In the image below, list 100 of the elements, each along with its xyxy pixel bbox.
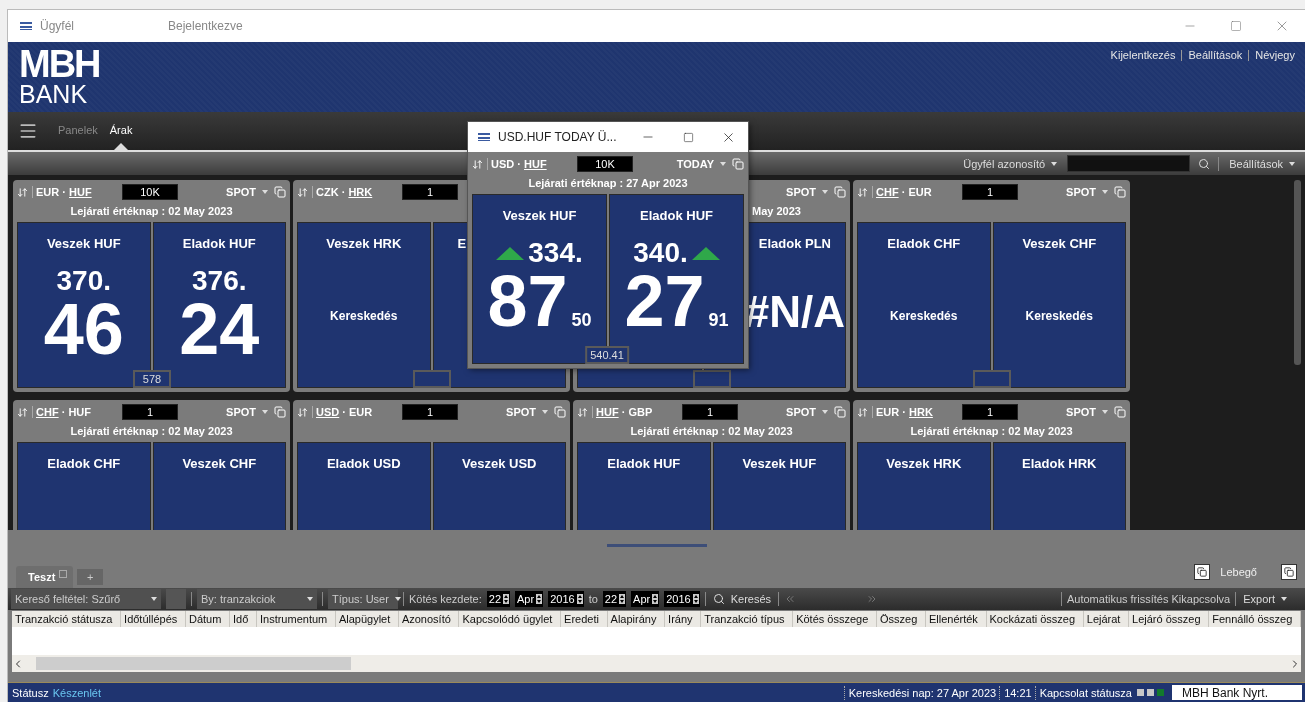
app-icon [478, 133, 490, 141]
price-pips: 50 [571, 310, 592, 332]
tenor-dropdown[interactable]: SPOT [224, 406, 270, 418]
to-label: to [588, 593, 598, 605]
side-title: Eladok HUF [640, 208, 713, 223]
export-dropdown[interactable]: Export [1241, 593, 1289, 605]
tenor-dropdown[interactable]: SPOT [784, 186, 830, 198]
date-label: Kötés kezdete: [409, 593, 482, 605]
popout-icon[interactable] [732, 158, 744, 170]
price-panel[interactable]: Eladok CHF [17, 442, 151, 530]
amount-field[interactable]: 10K [577, 156, 633, 172]
header-link[interactable]: Névjegy [1255, 49, 1295, 61]
header-link[interactable]: Kijelentkezés [1110, 49, 1176, 61]
by-dropdown[interactable]: By: tranzakciok [197, 589, 317, 609]
tenor-dropdown[interactable]: SPOT [224, 186, 270, 198]
side-title: Eladok CHF [887, 236, 961, 251]
swap-arrows-icon[interactable] [297, 186, 308, 198]
splitter-handle[interactable] [606, 544, 707, 547]
year-spinner[interactable]: 2016 [664, 591, 700, 607]
header-link[interactable]: Beállítások [1188, 49, 1243, 61]
popout-icon[interactable] [274, 406, 286, 418]
price-big-figure: 46 [43, 295, 124, 364]
year-spinner[interactable]: 2016 [548, 591, 584, 607]
previous-icon[interactable] [784, 593, 797, 605]
tenor-dropdown[interactable]: SPOT [784, 406, 830, 418]
menu-icon[interactable] [18, 121, 38, 141]
popout-icon[interactable] [834, 406, 846, 418]
side-title: Eladok HRK [1022, 456, 1097, 471]
price-prefix: 376. [192, 267, 247, 295]
panel-tab[interactable]: Teszt [16, 566, 74, 588]
currency-pair: CHF · HUF [32, 406, 116, 418]
spread-box: 540.41 [585, 346, 629, 364]
tenor-dropdown[interactable]: SPOT [1064, 186, 1110, 198]
amount-field[interactable]: 1 [682, 404, 738, 420]
swap-arrows-icon[interactable] [857, 186, 868, 198]
price-panel[interactable]: Veszek CHF Kereskedés [992, 222, 1126, 388]
swap-arrows-icon[interactable] [857, 406, 868, 418]
swap-arrows-icon[interactable] [17, 406, 28, 418]
price-panel[interactable]: Eladok HRK [992, 442, 1126, 530]
swap-arrows-icon[interactable] [472, 158, 483, 170]
amount-field[interactable]: 1 [122, 404, 178, 420]
window-title: USD.HUF TODAY Ü... [498, 130, 618, 144]
day-spinner[interactable]: 22 [486, 591, 511, 607]
side-title: Veszek HRK [326, 236, 402, 251]
currency-pair: CZK · HRK [312, 186, 396, 198]
price-panel[interactable]: Eladok CHF Kereskedés [857, 222, 991, 388]
popout-icon[interactable] [1114, 406, 1126, 418]
popout-icon[interactable] [274, 186, 286, 198]
amount-field[interactable]: 1 [962, 404, 1018, 420]
day-spinner[interactable]: 22 [602, 591, 627, 607]
month-spinner[interactable]: Apr [515, 591, 544, 607]
amount-field[interactable]: 1 [402, 404, 458, 420]
swap-arrows-icon[interactable] [577, 406, 588, 418]
nav-tab[interactable]: Árak [109, 112, 133, 150]
swap-arrows-icon[interactable] [17, 186, 28, 198]
horizontal-scrollbar[interactable] [12, 655, 1301, 672]
tenor-dropdown[interactable]: SPOT [504, 406, 550, 418]
popout-icon[interactable] [1114, 186, 1126, 198]
price-panel[interactable]: Veszek USD [432, 442, 566, 530]
price-panel[interactable]: Veszek HUF [712, 442, 846, 530]
side-title: Eladok HUF [182, 236, 256, 251]
value-date: Lejárati értéknap : 02 May 2023 [70, 205, 233, 217]
side-title: Veszek HUF [46, 236, 121, 251]
side-title: Eladok HUF [607, 456, 681, 471]
settings-dropdown[interactable]: Beállítások [1227, 157, 1297, 170]
time: 14:21 [1004, 686, 1032, 699]
popout-button[interactable] [1194, 564, 1211, 580]
add-tab-button[interactable]: + [77, 569, 104, 585]
popout-icon [1197, 567, 1208, 577]
float-label: Lebegő [1220, 566, 1257, 578]
client-id-dropdown[interactable]: Ügyfél azonosító [961, 157, 1060, 170]
amount-field[interactable]: 1 [962, 184, 1018, 200]
maximize-icon [1230, 20, 1242, 32]
month-spinner[interactable]: Apr [631, 591, 660, 607]
tenor-dropdown[interactable]: SPOT [1064, 406, 1110, 418]
price-big-figure: 87 [487, 267, 568, 336]
nav-tab[interactable]: Panelek [58, 112, 98, 150]
price-pips: 91 [708, 310, 729, 332]
amount-field[interactable]: 1 [402, 184, 458, 200]
type-dropdown[interactable]: Típus: User [328, 589, 398, 609]
amount-field[interactable]: 10K [122, 184, 178, 200]
popout-button[interactable] [1281, 564, 1297, 580]
side-title: Veszek HRK [886, 456, 962, 471]
search-icon[interactable] [1198, 157, 1211, 170]
popout-icon[interactable] [554, 406, 566, 418]
client-id-field[interactable] [1067, 155, 1191, 172]
scrollbar[interactable] [1294, 180, 1301, 365]
criteria-dropdown[interactable]: Kereső feltétel: Szűrő [11, 589, 161, 609]
price-panel[interactable]: Eladok HUF [577, 442, 711, 530]
price-panel[interactable]: Veszek HRK [857, 442, 991, 530]
price-panel[interactable]: Veszek HRK Kereskedés [297, 222, 431, 388]
swap-arrows-icon[interactable] [297, 406, 308, 418]
price-panel[interactable]: Veszek CHF [152, 442, 286, 530]
tenor-dropdown[interactable]: TODAY [674, 158, 728, 170]
trading-day: Kereskedési nap: 27 Apr 2023 [848, 686, 997, 699]
price-prefix: 370. [56, 267, 111, 295]
popout-icon[interactable] [834, 186, 846, 198]
price-panel[interactable]: Eladok USD [297, 442, 431, 530]
search-button[interactable]: Keresés [710, 593, 774, 605]
status-label: Státusz [12, 686, 49, 699]
